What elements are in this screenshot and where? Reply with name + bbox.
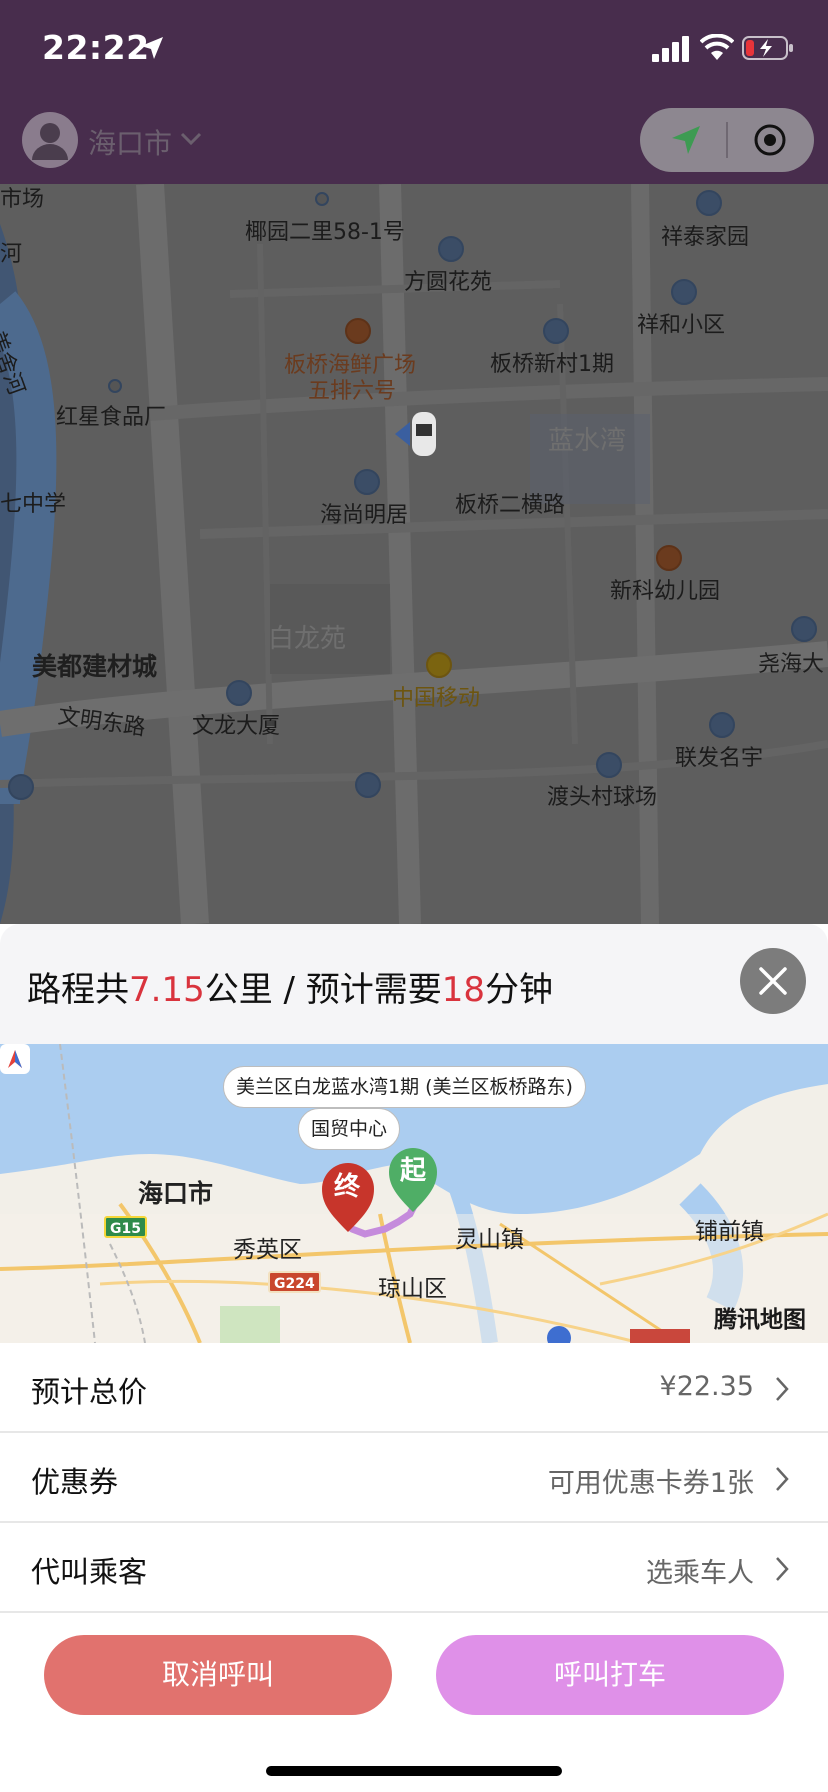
residence-icon (671, 279, 697, 305)
chevron-right-icon (776, 1467, 789, 1491)
close-miniprogram-icon[interactable] (752, 122, 788, 158)
sports-icon (596, 752, 622, 778)
battery-charging-icon (742, 36, 793, 60)
map-label-lingshan: 灵山镇 (455, 1227, 524, 1253)
user-icon (32, 123, 68, 160)
capsule-divider (726, 122, 728, 158)
route-map[interactable]: 美兰区白龙蓝水湾1期 (美兰区板桥路东) 国贸中心 终 起 海口市 G15 秀英… (0, 1044, 828, 1343)
map-label: 联发名宇 (675, 746, 764, 771)
route-summary: 路程共7.15公里 / 预计需要18分钟 (27, 962, 553, 1011)
background-map[interactable]: 市场 椰园二里58-1号 祥泰家园 河 方圆花苑 美舍河 祥和小区 板桥海鲜广场… (0, 184, 828, 924)
residence-icon (355, 772, 381, 798)
wifi-icon (700, 34, 734, 60)
restaurant-icon (345, 318, 371, 344)
map-label: 红星食品厂 (56, 405, 167, 430)
map-label-puqian: 铺前镇 (695, 1219, 764, 1245)
map-label: 祥泰家园 (661, 225, 750, 250)
residence-icon (543, 318, 569, 344)
school-icon (656, 545, 682, 571)
map-label: 蓝水湾 (548, 426, 627, 456)
office-icon (791, 616, 817, 642)
chevron-right-icon (776, 1557, 789, 1581)
map-label: 板桥二横路 (455, 493, 566, 518)
row-coupon[interactable]: 优惠券 可用优惠卡券1张 (0, 1433, 828, 1523)
map-label: 椰园二里58-1号 (245, 220, 405, 245)
cancel-call-button[interactable]: 取消呼叫 (44, 1635, 392, 1715)
map-label: 河 (0, 242, 23, 267)
start-callout: 美兰区白龙蓝水湾1期 (美兰区板桥路东) (223, 1066, 586, 1108)
map-label: 五排六号 (308, 379, 397, 404)
tencent-map-logo-icon (0, 1044, 30, 1074)
map-label: 美都建材城 (32, 652, 158, 681)
map-label-qiongshan: 琼山区 (378, 1276, 447, 1302)
map-label-haikou: 海口市 (138, 1179, 214, 1208)
miniprogram-capsule (640, 108, 814, 172)
map-label: 新科幼儿园 (610, 579, 721, 604)
map-label: 海尚明居 (320, 503, 409, 528)
map-label-xiuying: 秀英区 (233, 1237, 302, 1263)
sheet-header: 路程共7.15公里 / 预计需要18分钟 (0, 924, 828, 1044)
road-badge-g224: G224 (268, 1271, 321, 1293)
map-label: 中国移动 (392, 686, 481, 711)
app-header: 海口市 (0, 100, 828, 184)
row-value: 选乘车人 (646, 1558, 754, 1589)
route-distance: 7.15 (129, 970, 205, 1010)
row-value: ¥22.35 (659, 1371, 754, 1402)
chevron-down-icon[interactable] (178, 128, 204, 150)
status-time: 22:22 (42, 28, 150, 67)
map-dot-icon (315, 192, 329, 206)
chevron-right-icon (776, 1377, 789, 1401)
residence-icon (8, 774, 34, 800)
row-value: 可用优惠卡券1张 (547, 1468, 754, 1499)
location-arrow-icon (141, 37, 163, 59)
map-label: 尧海大 (758, 652, 825, 677)
road-badge-g15: G15 (104, 1216, 147, 1238)
map-label: 七中学 (0, 492, 67, 517)
map-label: 市场 (0, 187, 45, 212)
summary-prefix: 路程共 (27, 970, 129, 1010)
row-label: 优惠券 (31, 1465, 119, 1499)
summary-suffix: 分钟 (485, 970, 554, 1010)
avatar[interactable] (22, 112, 78, 168)
row-label: 预计总价 (31, 1375, 148, 1409)
cellular-signal-icon (652, 36, 689, 62)
close-button[interactable] (740, 948, 806, 1014)
residence-icon (354, 469, 380, 495)
city-selector[interactable]: 海口市 (88, 122, 172, 162)
row-label: 代叫乘客 (31, 1555, 148, 1589)
order-sheet: 路程共7.15公里 / 预计需要18分钟 美兰区白龙蓝水湾1期 (美兰区板桥路东… (0, 924, 828, 1792)
summary-mid: 公里 / 预计需要 (204, 970, 442, 1010)
row-passenger[interactable]: 代叫乘客 选乘车人 (0, 1523, 828, 1613)
residence-icon (696, 190, 722, 216)
map-label: 板桥新村1期 (490, 352, 614, 377)
company-icon (426, 652, 452, 678)
home-indicator (266, 1766, 562, 1776)
navigation-icon[interactable] (670, 124, 702, 156)
office-icon (226, 680, 252, 706)
call-taxi-button[interactable]: 呼叫打车 (436, 1635, 784, 1715)
map-label: 白龙苑 (268, 624, 347, 654)
map-label: 文龙大厦 (192, 714, 281, 739)
map-label: 祥和小区 (637, 313, 726, 338)
residence-icon (709, 712, 735, 738)
map-attribution: 腾讯地图 (714, 1307, 806, 1333)
residence-icon (438, 236, 464, 262)
end-callout: 国贸中心 (298, 1108, 401, 1150)
status-bar: 22:22 (0, 0, 828, 100)
close-icon (759, 967, 787, 995)
map-label: 方圆花苑 (404, 270, 493, 295)
start-pin-label: 起 (400, 1156, 427, 1186)
route-minutes: 18 (441, 970, 486, 1010)
map-dot-icon (108, 379, 122, 393)
end-pin-label: 终 (334, 1172, 361, 1202)
row-estimated-price[interactable]: 预计总价 ¥22.35 (0, 1343, 828, 1433)
map-label: 渡头村球场 (547, 785, 658, 810)
